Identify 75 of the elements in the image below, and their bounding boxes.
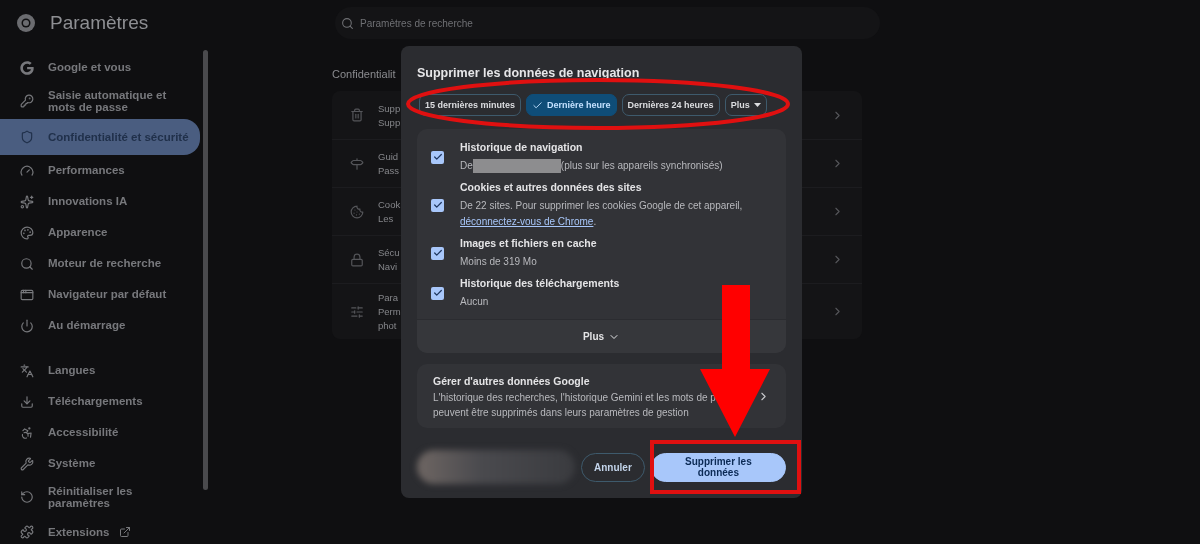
option-title: Historique des téléchargements [460,277,620,289]
checkbox[interactable] [431,246,444,260]
checkbox[interactable] [431,286,444,300]
row-text: Supp [378,116,401,128]
row-text: Sécu [378,247,400,258]
row-text: Para [378,292,399,303]
sidebar-item[interactable]: Performances [0,155,200,186]
manage-title: Gérer d'autres données Google [433,375,591,387]
option-description: Moins de 319 Mo [460,255,537,269]
key-icon [20,94,34,108]
option-title: Cookies et autres données des sites [460,181,643,193]
translate-icon [20,363,34,378]
search-field[interactable]: Paramètres de recherche [335,7,880,39]
cookie-icon [350,204,364,219]
search-icon [20,256,34,271]
google-g-icon [20,60,34,75]
sidebar-item[interactable]: Innovations IA [0,186,200,217]
dialog-title: Supprimer les données de navigation [417,66,640,80]
option-title: Images et fichiers en cache [460,237,597,249]
row-text: Pass [378,165,400,176]
option-description: Aucun [460,295,489,309]
lock-icon [350,252,364,267]
sidebar-item[interactable]: Extensions [0,520,200,544]
chrome-logo-icon [16,13,36,33]
power-icon [20,318,34,333]
shield-icon [20,130,34,144]
row-text: Les [378,213,394,224]
time-range-chip[interactable]: Dernière heure [526,94,617,116]
sidebar-item[interactable]: Au démarrage [0,310,200,341]
row-text: Navi [378,261,397,272]
settings-title: Paramètres [50,12,149,34]
sparkle-icon [20,194,34,209]
window-icon [20,287,34,302]
sidebar-item[interactable]: Google et vous [0,52,200,83]
sidebar-item[interactable]: Navigateur par défaut [0,279,200,310]
row-text: Guid [378,151,399,162]
sidebar-item[interactable]: Moteur de recherche [0,248,200,279]
search-icon [341,16,354,30]
sidebar-item[interactable]: Apparence [0,217,200,248]
sidebar-item[interactable]: Langues [0,355,200,386]
manage-description: peuvent être supprimés dans leurs paramètres de gestion [433,407,690,418]
sidebar-item[interactable]: Réinitialiser les paramètres [0,479,200,515]
more-button[interactable]: Plus [417,319,786,353]
accessibility-icon [20,425,34,440]
wrench-icon [20,456,34,471]
gauge-icon [20,163,34,178]
sidebar-item[interactable]: Accessibilité [0,417,200,448]
row-text: phot [378,320,397,331]
sidebar-item[interactable]: Saisie automatique et mots de passe [0,83,200,119]
check-icon [532,99,544,111]
puzzle-icon [20,525,34,539]
option-title: Historique de navigation [460,141,584,153]
signpost-icon [350,156,364,171]
option-description: De [460,159,473,173]
time-range-chip[interactable]: Dernières 24 heures [621,94,720,116]
row-text: Supp [378,102,401,114]
download-icon [20,394,34,409]
row-text: Perm [378,306,401,317]
row-text: Cook [378,199,401,210]
option-description: De 22 sites. Pour supprimer les cookies Google de cet appareil, déconnectez-vous de Chrome. [460,199,744,229]
caret-icon [753,103,761,107]
sliders-icon [350,304,364,319]
checkbox[interactable] [431,198,444,212]
option-description: (plus sur les appareils synchronisés) [560,159,723,173]
dropdown-chip[interactable]: Plus [724,94,767,116]
trash-icon [350,108,364,122]
reset-icon [20,490,34,504]
section-heading: Confidentialit [332,68,396,80]
time-range-chip[interactable]: 15 dernières minutes [419,94,522,116]
scrollbar-thumb[interactable] [202,50,208,490]
sidebar-item[interactable]: Système [0,448,200,479]
sidebar-item[interactable]: Téléchargements [0,386,200,417]
checkbox[interactable] [431,150,444,164]
external-link-icon [119,526,132,538]
palette-icon [20,225,34,240]
